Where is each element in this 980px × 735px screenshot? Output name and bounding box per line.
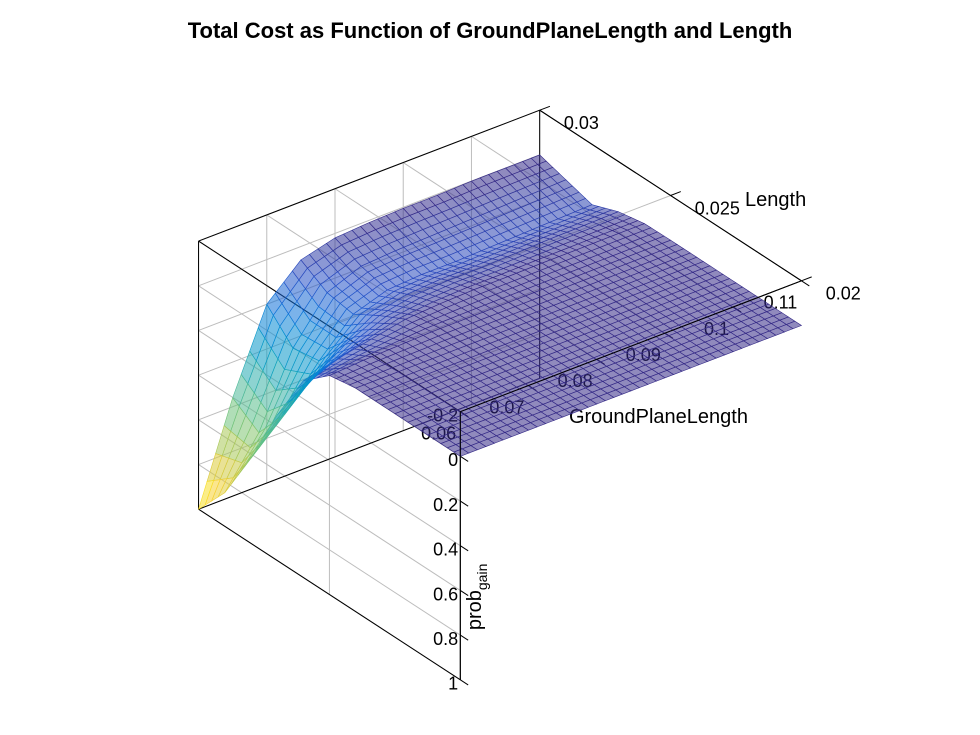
surface-plot[interactable]: 0.060.070.080.090.10.110.020.0250.03-0.2… [0,0,980,735]
figure: { "chart_data": { "type": "surface-mesh-… [0,0,980,735]
svg-text:1: 1 [448,674,458,694]
svg-text:0.4: 0.4 [433,540,458,560]
x-axis-label: GroundPlaneLength [569,406,748,428]
svg-text:0.2: 0.2 [433,495,458,515]
svg-text:0.6: 0.6 [433,584,458,604]
svg-text:0.03: 0.03 [564,113,599,133]
y-axis-label: Length [745,189,806,211]
svg-text:0.8: 0.8 [433,629,458,649]
z-axis-label: probgain [464,564,490,631]
svg-text:probgain: probgain [464,564,490,631]
svg-text:0.02: 0.02 [826,284,861,304]
